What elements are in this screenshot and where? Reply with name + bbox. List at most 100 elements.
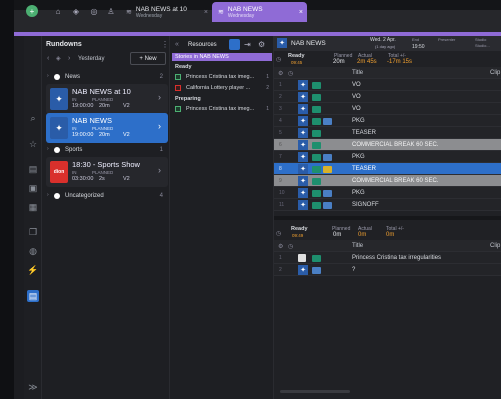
horizontal-scrollbar[interactable]: [280, 390, 350, 393]
camera-icon: [312, 201, 321, 209]
presenter-label: Presenter: [438, 37, 456, 42]
rundown-title: NAB NEWS: [291, 40, 326, 47]
nab-logo-icon: ✦: [50, 88, 68, 110]
table-row[interactable]: 3 ✦ VO: [274, 103, 501, 115]
panel-splitter[interactable]: [274, 216, 501, 220]
camera-icon: [312, 141, 321, 149]
in-label: IN: [72, 97, 77, 102]
table-row[interactable]: 2 ✦ ?: [274, 264, 501, 276]
story-icon: [175, 74, 181, 80]
rundown-title: NAB NEWS at 10: [72, 87, 131, 96]
chevron-right-icon: ›: [47, 192, 49, 198]
today-icon[interactable]: ◈: [56, 55, 61, 62]
table-row[interactable]: 1 ✦ VO: [274, 79, 501, 91]
people-icon: [323, 201, 332, 209]
settings-icon[interactable]: ⚙: [278, 240, 283, 252]
clock-icon: ◷: [288, 70, 294, 77]
table-row[interactable]: 11 ✦ SIGNOFF: [274, 199, 501, 211]
status-time: 09:45: [291, 60, 303, 65]
end-label: End: [412, 37, 420, 42]
contacts-icon[interactable]: ▣: [27, 182, 39, 194]
row-number: 2: [279, 94, 282, 100]
star-icon[interactable]: ☆: [27, 138, 39, 150]
collapse-icon[interactable]: ≫: [27, 381, 39, 393]
rundown-item[interactable]: ✦ NAB NEWS at 10 IN PLANNED 19:00:00 20m…: [46, 84, 168, 114]
row-title: SIGNOFF: [352, 202, 379, 208]
planned-label: PLANNED: [92, 170, 114, 175]
more-icon[interactable]: ⋮: [161, 40, 169, 49]
search-icon[interactable]: ⌕: [27, 112, 39, 124]
nab-logo-icon: ✦: [298, 188, 308, 198]
chevron-down-icon: ›: [47, 146, 49, 152]
camera-icon: [312, 129, 321, 137]
table-row[interactable]: 8 ✦ TEASER: [274, 163, 501, 175]
compass-icon[interactable]: ◎: [88, 5, 100, 17]
story-count: 1: [266, 106, 269, 112]
table-header: ⚙ ◷ Title Clip: [274, 240, 501, 252]
tab-title: NAB NEWS: [227, 5, 263, 13]
settings-icon[interactable]: ⚙: [258, 40, 265, 49]
table-row[interactable]: 6 ✦ COMMERCIAL BREAK 60 SEC.: [274, 139, 501, 151]
group-news[interactable]: › News 2: [47, 73, 169, 81]
new-rundown-button[interactable]: + New: [130, 52, 166, 65]
close-icon[interactable]: ×: [299, 9, 303, 16]
table-row[interactable]: 5 ✦ TEASER: [274, 127, 501, 139]
table-row[interactable]: 9 ✦ COMMERCIAL BREAK 60 SEC.: [274, 175, 501, 187]
resources-section-header: Stories in NAB NEWS: [172, 53, 272, 61]
group-uncategorized[interactable]: › Uncategorized 4: [47, 192, 169, 200]
home-icon[interactable]: ⌂: [52, 5, 64, 17]
nab-logo-icon: ✦: [298, 140, 308, 150]
tag-icon[interactable]: ◈: [70, 5, 82, 17]
group-sports[interactable]: › Sports 1: [47, 146, 169, 154]
resources-title: Resources: [188, 42, 217, 48]
chevron-down-icon: ›: [47, 73, 49, 79]
camera-icon: [312, 117, 321, 125]
column-title: Title: [352, 70, 364, 76]
calendar-icon[interactable]: ▦: [27, 201, 39, 213]
table-row[interactable]: 1 Princess Cristina tax irregularities: [274, 252, 501, 264]
story-item[interactable]: Princess Cristina tax imeg... 1: [175, 73, 271, 82]
camera-icon: [312, 105, 321, 113]
camera-icon: [312, 165, 321, 173]
camera-icon: [312, 189, 321, 197]
nab-logo-icon: ✦: [298, 80, 308, 90]
tab-nab-news-at-10[interactable]: ≋ NAB NEWS at 10 Wednesday ×: [120, 2, 212, 22]
story-item[interactable]: California Lottery player ... 2: [175, 84, 271, 93]
row-title: PKG: [352, 190, 365, 196]
tab-nab-news[interactable]: ≋ NAB NEWS Wednesday ×: [212, 2, 307, 22]
row-number: 1: [279, 82, 282, 88]
bolt-icon[interactable]: ⚡: [27, 264, 39, 276]
settings-icon[interactable]: ⚙: [278, 67, 283, 79]
table-row[interactable]: 10 ✦ PKG: [274, 187, 501, 199]
story-title: Princess Cristina tax imeg...: [186, 74, 255, 80]
close-icon[interactable]: ×: [204, 9, 208, 16]
stories-view-icon[interactable]: [229, 39, 240, 50]
person-icon[interactable]: ♙: [105, 5, 117, 17]
table-row[interactable]: 7 ✦ PKG: [274, 151, 501, 163]
in-value: 03:30:00: [72, 176, 94, 182]
story-item[interactable]: Princess Cristina tax imeg... 1: [175, 105, 271, 114]
collapse-icon[interactable]: «: [175, 41, 179, 48]
table-row[interactable]: 2 ✦ VO: [274, 91, 501, 103]
export-icon[interactable]: ⇥: [244, 40, 251, 49]
chevron-left-icon[interactable]: ‹: [47, 55, 49, 62]
table-row[interactable]: 4 ✦ PKG: [274, 115, 501, 127]
inbox-icon[interactable]: ▤: [27, 163, 39, 175]
row-number: 4: [279, 118, 282, 124]
rundown-icon[interactable]: ▤: [27, 290, 39, 302]
rundown-item[interactable]: dion 18:30 - Sports Show IN PLANNED 03:3…: [46, 157, 168, 187]
chevron-right-icon[interactable]: ›: [68, 55, 70, 62]
total-value: -17m 15s: [387, 59, 413, 65]
in-label: IN: [72, 170, 77, 175]
rundown-item[interactable]: ✦ NAB NEWS IN PLANNED 19:00:00 20m V2 ›: [46, 113, 168, 143]
add-icon[interactable]: +: [26, 5, 38, 17]
status-time: 09:49: [292, 233, 304, 238]
documents-icon[interactable]: ❐: [27, 226, 39, 238]
nab-logo-icon: ✦: [298, 176, 308, 186]
planned-value: 20m: [99, 103, 110, 109]
row-title: PKG: [352, 154, 365, 160]
outer-background: [0, 0, 14, 399]
planned-label: PLANNED: [92, 126, 114, 131]
globe-icon[interactable]: ◍: [27, 245, 39, 257]
story-title: California Lottery player ...: [186, 85, 251, 91]
